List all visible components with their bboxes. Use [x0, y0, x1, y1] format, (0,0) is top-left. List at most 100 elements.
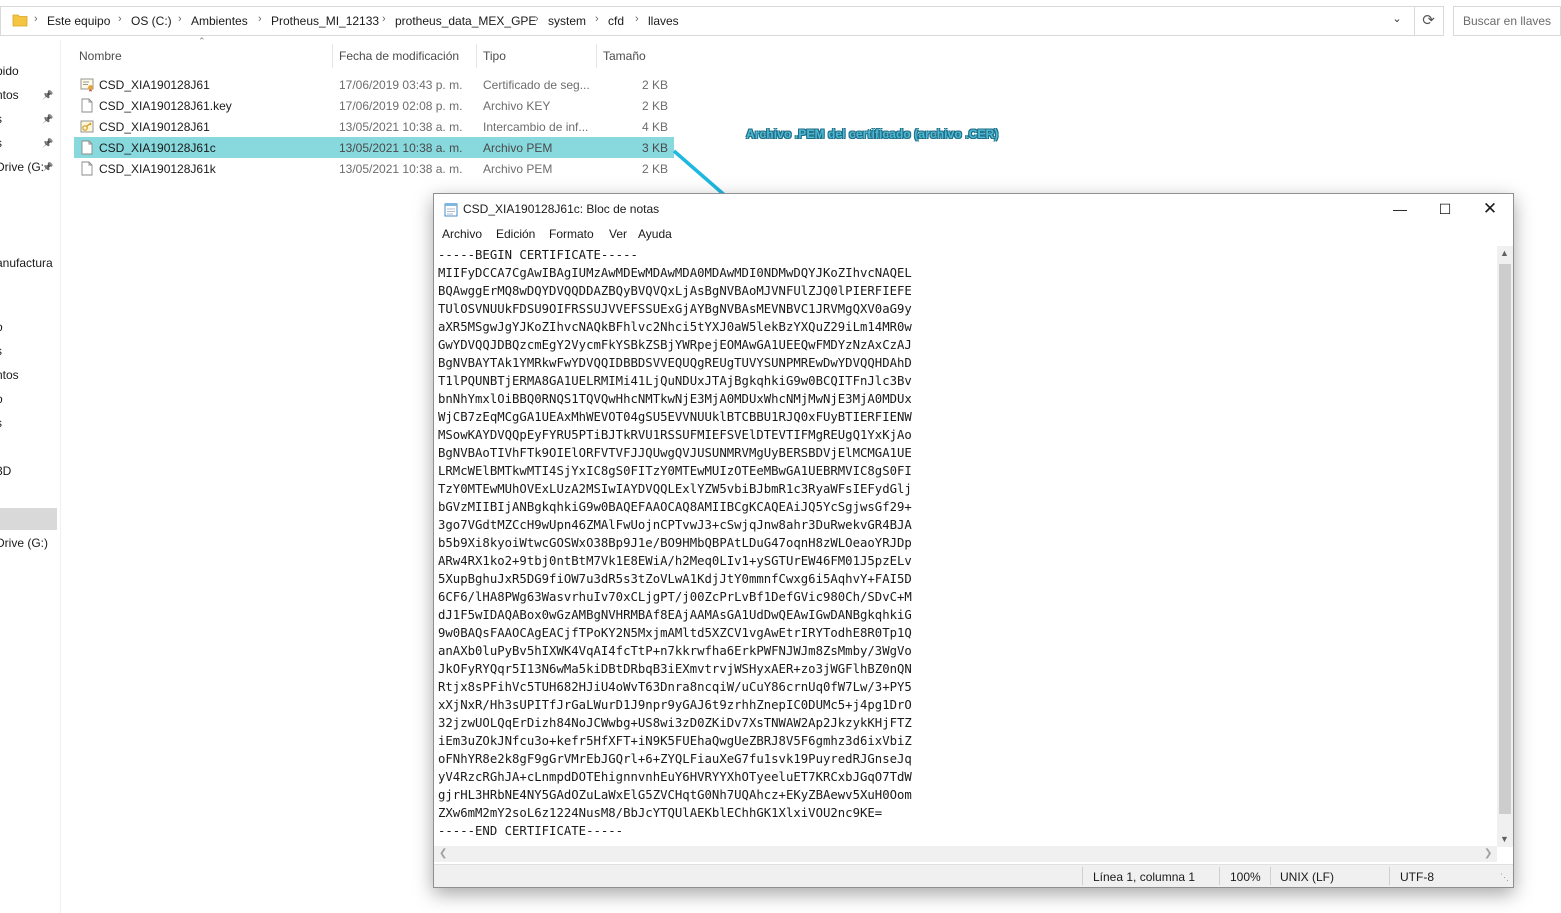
nav-item[interactable]: 3D [0, 464, 11, 478]
status-divider [1219, 867, 1220, 885]
file-row[interactable]: CSD_XIA190128J61 17/06/2019 03:43 p. m. Ce… [74, 74, 674, 95]
menu-formato[interactable]: Formato [549, 227, 594, 241]
menu-ver[interactable]: Ver [609, 227, 627, 241]
annotation-label: Archivo .PEM del certificado (archivo .C… [746, 127, 999, 141]
file-type: Certificado de seg... [483, 78, 590, 92]
nav-item[interactable]: o [0, 320, 3, 334]
file-row[interactable]: CSD_XIA190128J61c 13/05/2021 10:38 a. m. A… [74, 137, 674, 158]
status-divider [1082, 867, 1083, 885]
breadcrumb-separator-icon[interactable]: › [595, 13, 599, 25]
scroll-left-icon[interactable]: ❮ [439, 848, 447, 859]
nav-item[interactable]: s [0, 112, 2, 126]
nav-item[interactable]: anufactura [0, 256, 53, 270]
file-date: 13/05/2021 10:38 a. m. [339, 120, 463, 134]
file-icon [80, 161, 94, 176]
nav-item[interactable]: ntos [0, 368, 19, 382]
folder-icon [12, 14, 28, 27]
notepad-window: CSD_XIA190128J61c: Bloc de notas — ☐ ✕ A… [433, 193, 1514, 888]
menu-archivo[interactable]: Archivo [442, 227, 482, 241]
nav-item[interactable]: s [0, 416, 2, 430]
pin-icon[interactable]: 📌 [42, 138, 53, 149]
window-title: CSD_XIA190128J61c: Bloc de notas [463, 202, 660, 216]
file-date: 13/05/2021 10:38 a. m. [339, 141, 463, 155]
file-icon [80, 98, 94, 113]
pin-icon[interactable]: 📌 [42, 162, 53, 173]
horizontal-scrollbar[interactable] [434, 846, 1497, 862]
scrollbar-thumb[interactable] [1499, 264, 1511, 814]
file-icon [80, 140, 94, 155]
column-header-name[interactable]: Nombre [79, 49, 122, 63]
sort-ascending-icon: ⌃ [198, 36, 206, 46]
scroll-up-icon[interactable]: ▲ [1500, 248, 1509, 258]
nav-item[interactable]: s [0, 344, 2, 358]
refresh-button[interactable]: ⟳ [1414, 6, 1442, 36]
breadcrumb-item[interactable]: protheus_data_MEX_GPE [395, 14, 536, 28]
scroll-down-icon[interactable]: ▼ [1500, 834, 1509, 844]
breadcrumb-item[interactable]: cfd [608, 14, 624, 28]
file-name: CSD_XIA190128J61 [99, 78, 210, 92]
nav-item[interactable]: ntos [0, 88, 19, 102]
nav-item[interactable]: o [0, 392, 3, 406]
file-name: CSD_XIA190128J61.key [99, 99, 232, 113]
scroll-right-icon[interactable]: ❯ [1484, 848, 1492, 859]
file-row[interactable]: CSD_XIA190128J61 13/05/2021 10:38 a. m. In… [74, 116, 674, 137]
breadcrumb-separator-icon[interactable]: › [535, 13, 539, 25]
status-divider [1270, 867, 1271, 885]
column-header-size[interactable]: Tamaño [603, 49, 646, 63]
breadcrumb-item[interactable]: Este equipo [47, 14, 110, 28]
breadcrumb-separator-icon[interactable]: › [382, 13, 386, 25]
column-header-date[interactable]: Fecha de modificación [339, 49, 459, 63]
menu-bar: Archivo Edición Formato Ver Ayuda [434, 224, 1513, 244]
file-name: CSD_XIA190128J61c [99, 141, 216, 155]
close-button[interactable]: ✕ [1467, 194, 1513, 224]
file-size: 2 KB [641, 162, 668, 176]
pane-divider [60, 40, 61, 913]
minimize-button[interactable]: — [1377, 194, 1423, 224]
nav-item[interactable]: pido [0, 64, 19, 78]
column-divider[interactable] [596, 44, 597, 68]
file-row[interactable]: CSD_XIA190128J61.key 17/06/2019 02:08 p. … [74, 95, 674, 116]
maximize-button[interactable]: ☐ [1422, 194, 1468, 224]
breadcrumb-separator-icon[interactable]: › [178, 13, 182, 25]
file-size: 4 KB [641, 120, 668, 134]
notepad-icon [444, 203, 458, 217]
file-type: Archivo KEY [483, 99, 551, 113]
breadcrumb-item[interactable]: OS (C:) [131, 14, 172, 28]
breadcrumb-item[interactable]: Ambientes [191, 14, 248, 28]
breadcrumb-item[interactable]: system [548, 14, 586, 28]
file-size: 2 KB [641, 99, 668, 113]
breadcrumb-separator-icon[interactable]: › [635, 13, 639, 25]
nav-item[interactable]: Drive (G: [0, 160, 44, 174]
pin-icon[interactable]: 📌 [42, 114, 53, 125]
breadcrumb-separator-icon[interactable]: › [258, 13, 262, 25]
file-date: 17/06/2019 02:08 p. m. [339, 99, 463, 113]
file-type: Intercambio de inf... [483, 120, 589, 134]
pfx-icon [80, 119, 94, 134]
column-divider[interactable] [332, 44, 333, 68]
file-type: Archivo PEM [483, 162, 553, 176]
certificate-icon [80, 77, 94, 92]
nav-item[interactable]: Drive (G:) [0, 536, 48, 550]
pin-icon[interactable]: 📌 [42, 90, 53, 101]
menu-ayuda[interactable]: Ayuda [638, 227, 672, 241]
breadcrumb-item[interactable]: Protheus_MI_12133 [271, 14, 379, 28]
file-date: 17/06/2019 03:43 p. m. [339, 78, 463, 92]
breadcrumb-separator-icon[interactable]: › [118, 13, 122, 25]
file-name: CSD_XIA190128J61 [99, 120, 210, 134]
column-header-type[interactable]: Tipo [483, 49, 506, 63]
breadcrumb-item[interactable]: llaves [648, 14, 679, 28]
file-size: 3 KB [641, 141, 668, 155]
column-divider[interactable] [476, 44, 477, 68]
status-encoding: UTF-8 [1400, 870, 1434, 884]
search-input[interactable]: Buscar en llaves [1453, 6, 1561, 36]
breadcrumb-separator-icon: › [34, 13, 38, 25]
menu-edicion[interactable]: Edición [496, 227, 535, 241]
text-editor[interactable]: -----BEGIN CERTIFICATE----- MIIFyDCCA7Cg… [438, 246, 1498, 846]
nav-item[interactable]: s [0, 136, 2, 150]
status-divider [1389, 867, 1390, 885]
file-row[interactable]: CSD_XIA190128J61k 13/05/2021 10:38 a. m. A… [74, 158, 674, 179]
resize-grip-icon[interactable]: ⋱ [1500, 872, 1509, 883]
nav-selected-highlight [0, 508, 57, 530]
file-size: 2 KB [641, 78, 668, 92]
chevron-down-icon[interactable]: ⌄ [1390, 12, 1404, 28]
